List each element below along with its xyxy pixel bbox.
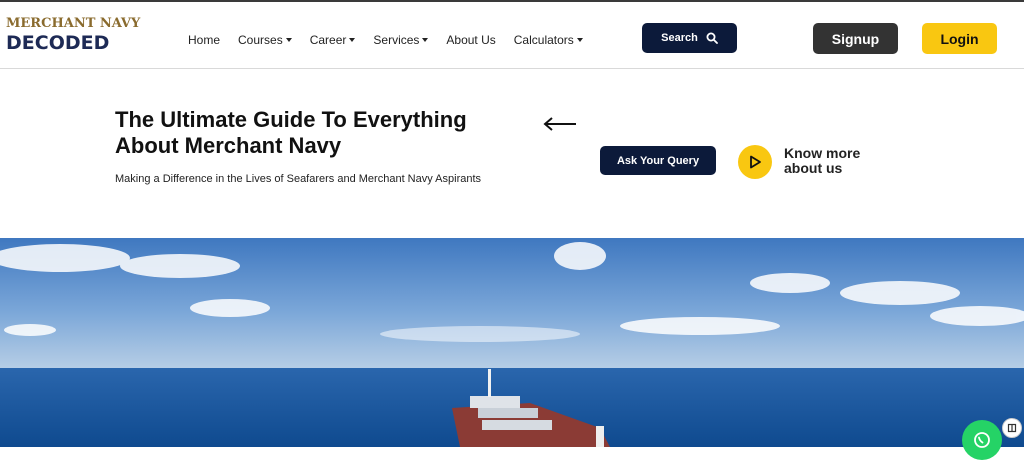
nav-item-courses[interactable]: Courses: [238, 30, 292, 50]
hero-title: The Ultimate Guide To Everything About M…: [115, 107, 467, 158]
login-button[interactable]: Login: [922, 23, 997, 54]
nav-item-about-us[interactable]: About Us: [446, 30, 495, 50]
play-icon: [750, 155, 761, 169]
search-button[interactable]: Search: [642, 23, 737, 53]
search-icon: [706, 32, 718, 44]
logo-line-2: DECODED: [6, 32, 110, 54]
main-nav: Home Courses Career Services About Us Ca…: [188, 30, 601, 50]
nav-label: About Us: [446, 33, 496, 47]
know-more-link[interactable]: Know more about us: [784, 146, 884, 176]
nav-label: Courses: [238, 33, 283, 47]
signup-button[interactable]: Signup: [813, 23, 898, 54]
hero-subtitle: Making a Difference in the Lives of Seaf…: [115, 173, 482, 185]
whatsapp-chat-button[interactable]: [962, 420, 1002, 460]
nav-item-calculators[interactable]: Calculators: [514, 30, 583, 50]
ask-query-button[interactable]: Ask Your Query: [600, 146, 716, 175]
nav-item-career[interactable]: Career: [310, 30, 356, 50]
reader-badge[interactable]: [1002, 418, 1022, 438]
nav-item-services[interactable]: Services: [373, 30, 429, 50]
caret-down-icon: [285, 38, 292, 42]
caret-down-icon: [349, 38, 356, 42]
book-icon: [1007, 423, 1017, 433]
caret-down-icon: [422, 38, 429, 42]
nav-label: Calculators: [513, 33, 574, 47]
nav-item-home[interactable]: Home: [188, 30, 220, 50]
logo-line-1: MERCHANT NAVY: [6, 16, 141, 31]
play-video-button[interactable]: [738, 145, 772, 179]
site-logo[interactable]: MERCHANT NAVY DECODED: [6, 16, 140, 60]
search-label: Search: [661, 32, 698, 44]
hero-banner-image: [0, 238, 1024, 447]
site-header: MERCHANT NAVY DECODED Home Courses Caree…: [0, 2, 1024, 69]
whatsapp-icon: [974, 432, 990, 448]
nav-label: Career: [309, 33, 347, 47]
arrow-left-icon: [543, 117, 576, 131]
nav-label: Services: [373, 33, 420, 47]
nav-label: Home: [188, 33, 221, 47]
caret-down-icon: [576, 38, 583, 42]
